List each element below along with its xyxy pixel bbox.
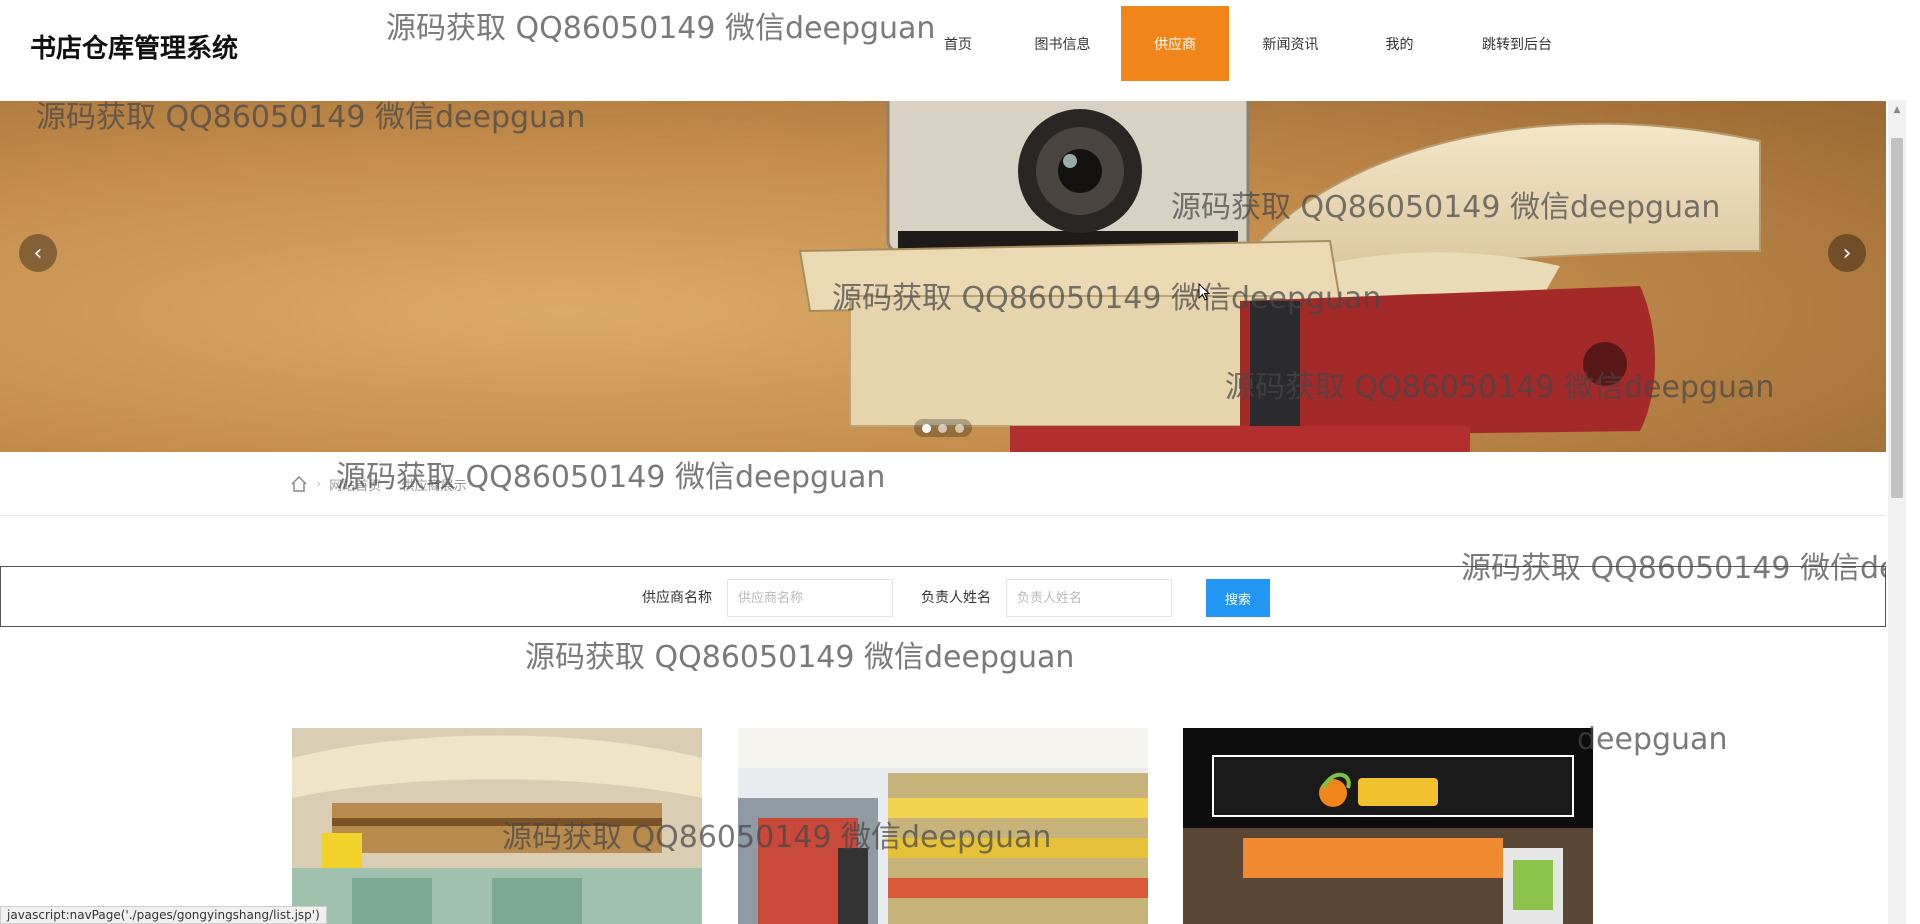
chevron-right-icon: ›: [1842, 240, 1852, 266]
browser-viewport: 书店仓库管理系统 首页 图书信息 供应商 新闻资讯 我的 跳转到后台 ‹ › ›…: [0, 0, 1920, 924]
supplier-card-image: [1183, 728, 1593, 924]
nav-item-supplier[interactable]: 供应商: [1121, 6, 1229, 81]
breadcrumb-item-home[interactable]: 网站首页: [329, 475, 381, 494]
scroll-up-icon[interactable]: ▲: [1888, 102, 1906, 118]
site-header: 书店仓库管理系统 首页 图书信息 供应商 新闻资讯 我的 跳转到后台: [0, 0, 1886, 100]
main-nav: 首页 图书信息 供应商 新闻资讯 我的 跳转到后台: [912, 6, 1587, 81]
breadcrumb-separator: ›: [316, 476, 322, 492]
home-icon[interactable]: [290, 475, 308, 493]
nav-item-book-info[interactable]: 图书信息: [1004, 6, 1121, 81]
supplier-name-input[interactable]: [727, 579, 893, 617]
breadcrumb-separator: /: [389, 476, 394, 492]
supplier-name-label: 供应商名称: [642, 590, 712, 606]
watermark-text: deepguan: [1577, 722, 1728, 757]
supplier-card[interactable]: [292, 728, 702, 924]
watermark-text: 源码获取 QQ86050149 微信deepguan: [525, 640, 1075, 675]
mouse-cursor-icon: [1198, 283, 1210, 301]
supplier-card-image: [738, 728, 1148, 924]
breadcrumb: › 网站首页 / 供应商展示: [290, 472, 467, 496]
chevron-left-icon: ‹: [33, 240, 43, 266]
scrollbar-thumb[interactable]: [1891, 138, 1903, 498]
banner-dot-2[interactable]: [938, 423, 948, 433]
page-scrollbar[interactable]: ▲: [1888, 100, 1906, 924]
contact-name-label: 负责人姓名: [921, 590, 991, 606]
nav-item-home[interactable]: 首页: [912, 6, 1004, 81]
supplier-card[interactable]: [738, 728, 1148, 924]
nav-item-news[interactable]: 新闻资讯: [1229, 6, 1352, 81]
banner-next-button[interactable]: ›: [1828, 234, 1866, 272]
search-button[interactable]: 搜索: [1206, 579, 1270, 617]
section-divider: [0, 515, 1886, 516]
banner-image: [0, 101, 1886, 452]
breadcrumb-item-current: 供应商展示: [401, 478, 467, 494]
banner-dot-1[interactable]: [921, 423, 931, 433]
nav-item-backend[interactable]: 跳转到后台: [1447, 6, 1587, 81]
contact-name-input[interactable]: [1006, 579, 1172, 617]
supplier-card[interactable]: [1183, 728, 1593, 924]
supplier-card-image: [292, 728, 702, 924]
banner-pagination: [914, 419, 972, 437]
page-content: 书店仓库管理系统 首页 图书信息 供应商 新闻资讯 我的 跳转到后台 ‹ › ›…: [0, 0, 1886, 924]
browser-status-bar: javascript:navPage('./pages/gongyingshan…: [0, 906, 327, 924]
site-title: 书店仓库管理系统: [30, 34, 239, 64]
banner-carousel: ‹ ›: [0, 101, 1886, 452]
nav-item-mine[interactable]: 我的: [1352, 6, 1447, 81]
banner-dot-3[interactable]: [955, 423, 965, 433]
search-form: 供应商名称 负责人姓名 搜索: [0, 566, 1886, 627]
banner-prev-button[interactable]: ‹: [19, 234, 57, 272]
